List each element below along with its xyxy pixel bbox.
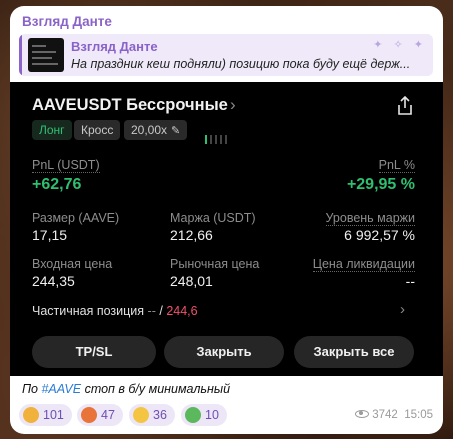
caption-suffix: стоп в б/у минимальный [81, 382, 231, 396]
reaction-button[interactable]: 101 [19, 404, 72, 426]
size-label: Размер (AAVE) [32, 211, 120, 225]
position-title: AAVEUSDT Бессрочные [32, 96, 228, 114]
liquidation-price-value: -- [405, 273, 415, 289]
size-value: 17,15 [32, 227, 68, 243]
message-time: 15:05 [404, 409, 433, 421]
close-button[interactable]: Закрыть [164, 336, 284, 368]
reply-pattern-icon: ✦ ✧ ✦ [373, 39, 427, 51]
pnl-value: +62,76 [32, 176, 82, 193]
pill-emoji-icon [133, 406, 149, 423]
money-plant-emoji-icon [185, 406, 201, 423]
risk-bar [225, 135, 227, 144]
reply-preview[interactable]: Взгляд Данте На праздник кеш подняли) по… [19, 34, 433, 76]
margin-value: 212,66 [170, 227, 213, 243]
lion-emoji-icon [23, 406, 39, 423]
reaction-count: 101 [43, 408, 64, 422]
reply-accent-bar [19, 34, 22, 76]
caption-prefix: По [22, 382, 42, 396]
pnl-percent-label: PnL % [378, 158, 415, 173]
risk-bar [205, 135, 207, 144]
liquidation-price-label: Цена ликвидации [312, 257, 415, 272]
partial-position-label: Частичная позиция [32, 304, 145, 318]
pencil-icon: ✎ [171, 125, 181, 137]
risk-bar [215, 135, 217, 144]
message-bubble[interactable]: Взгляд Данте Взгляд Данте На праздник ке… [10, 6, 443, 434]
reaction-button[interactable]: 10 [181, 404, 227, 426]
risk-bars-icon [205, 126, 230, 144]
reaction-button[interactable]: 36 [129, 404, 175, 426]
chevron-right-icon: › [230, 95, 236, 114]
reaction-button[interactable]: 47 [77, 404, 123, 426]
reaction-count: 47 [101, 408, 115, 422]
margin-label: Маржа (USDT) [170, 211, 256, 225]
entry-price-value: 244,35 [32, 273, 75, 289]
angry-cat-emoji-icon [81, 406, 97, 423]
partial-position-row[interactable]: Частичная позиция -- / 244,6 [32, 304, 198, 318]
view-count: 3742 [372, 409, 398, 421]
risk-bar [210, 135, 212, 144]
pnl-label: PnL (USDT) [32, 158, 100, 173]
mark-price-label: Рыночная цена [170, 257, 260, 271]
leverage-value: 20,00x [131, 123, 168, 137]
pnl-percent-value: +29,95 % [346, 176, 415, 193]
margin-mode-badge: Кросс [74, 120, 121, 140]
entry-price-label: Входная цена [32, 257, 113, 271]
reply-thumbnail [28, 38, 64, 72]
reply-title: Взгляд Данте [71, 39, 158, 54]
side-badge: Лонг [32, 120, 72, 140]
hashtag-link[interactable]: #AAVE [41, 382, 81, 396]
share-icon [398, 96, 412, 115]
reaction-count: 10 [205, 408, 219, 422]
sender-name[interactable]: Взгляд Данте [22, 14, 112, 29]
margin-level-label: Уровень маржи [325, 211, 415, 226]
mark-price-value: 248,01 [170, 273, 213, 289]
eye-icon [355, 409, 370, 418]
close-all-button[interactable]: Закрыть все [294, 336, 414, 368]
chevron-right-icon[interactable]: › [400, 301, 405, 318]
reaction-count: 36 [153, 408, 167, 422]
tpsl-button[interactable]: TP/SL [32, 336, 156, 368]
leverage-badge: 20,00x ✎ [124, 120, 188, 140]
message-caption: По #AAVE стоп в б/у минимальный [22, 382, 230, 396]
position-screenshot[interactable]: AAVEUSDT Бессрочные › Лонг Кросс 20,00x ✎… [10, 82, 443, 376]
margin-level-value: 6 992,57 % [344, 227, 415, 243]
partial-position-value: 244,6 [166, 304, 198, 318]
partial-position-dash: -- [147, 304, 156, 318]
partial-position-separator: / [159, 304, 163, 318]
message-meta: 3742 15:05 [355, 409, 433, 421]
risk-bar [220, 135, 222, 144]
reply-text: На праздник кеш подняли) позицию пока бу… [71, 57, 411, 71]
